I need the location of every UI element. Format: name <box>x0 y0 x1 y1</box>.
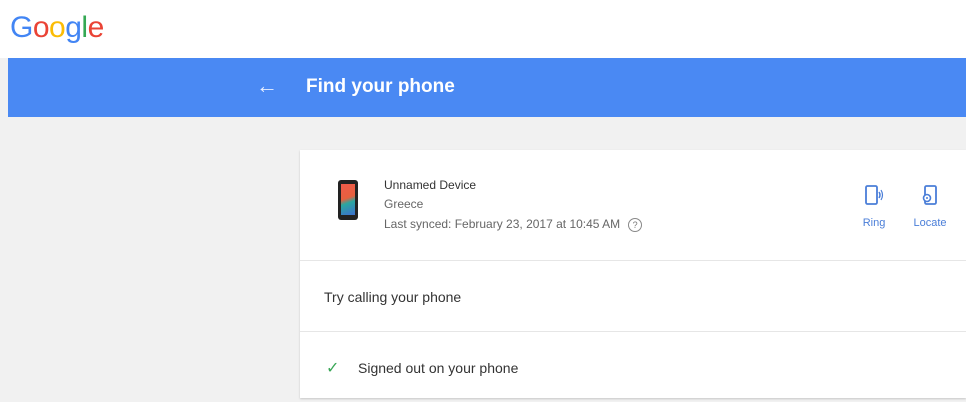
logo-letter: G <box>10 11 33 44</box>
logo-letter: e <box>87 11 105 44</box>
check-icon: ✓ <box>326 360 340 377</box>
device-card: Unnamed Device Greece Last synced: Febru… <box>300 150 966 398</box>
header-bar: ← Find your phone <box>8 58 966 117</box>
locate-label: Locate <box>913 217 947 229</box>
device-location: Greece <box>384 197 424 211</box>
locate-icon <box>922 185 937 205</box>
ring-label: Ring <box>862 217 886 229</box>
phone-icon <box>338 180 358 220</box>
last-synced: Last synced: February 23, 2017 at 10:45 … <box>384 217 643 232</box>
logo-letter: o <box>32 11 50 44</box>
device-name: Unnamed Device <box>384 178 477 192</box>
try-calling-row[interactable]: Try calling your phone <box>300 261 966 332</box>
page-title: Find your phone <box>306 76 455 97</box>
signed-out-text: Signed out on your phone <box>358 360 519 376</box>
help-icon[interactable]: ? <box>628 218 643 232</box>
google-logo[interactable]: Google <box>10 10 104 46</box>
ring-icon <box>865 185 884 205</box>
top-bar: Google <box>0 0 966 58</box>
ring-button[interactable]: Ring <box>850 184 898 229</box>
back-arrow-icon[interactable]: ← <box>255 72 279 100</box>
device-info-row: Unnamed Device Greece Last synced: Febru… <box>300 150 966 261</box>
last-synced-text: Last synced: February 23, 2017 at 10:45 … <box>384 217 621 231</box>
logo-letter: o <box>49 11 66 44</box>
locate-button[interactable]: Locate <box>906 184 954 229</box>
logo-letter: g <box>65 11 82 44</box>
signed-out-row[interactable]: ✓ Signed out on your phone <box>300 332 966 402</box>
try-calling-text: Try calling your phone <box>324 289 462 305</box>
